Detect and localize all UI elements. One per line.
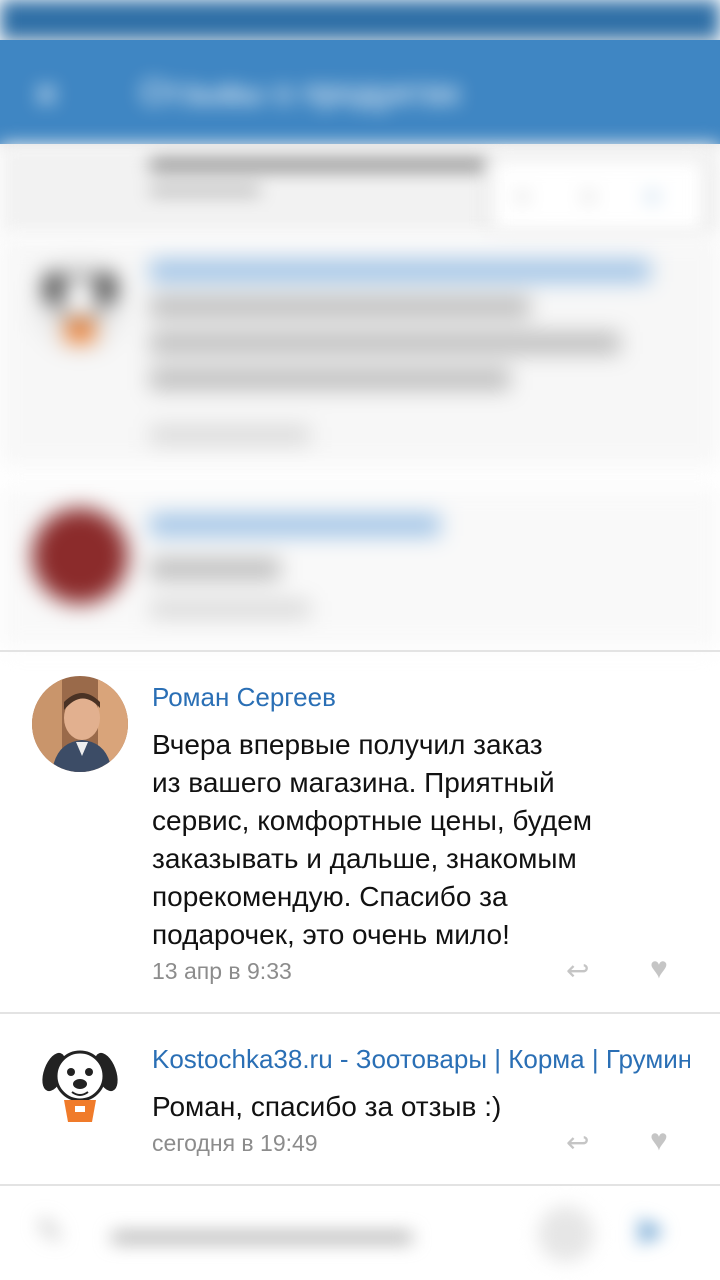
blurred-date: ▬▬▬▬▬ <box>150 174 260 199</box>
attach-icon[interactable]: ✎ <box>36 1212 65 1252</box>
status-bar <box>0 0 720 40</box>
comment-text: Роман, спасибо за отзыв :) <box>152 1091 502 1122</box>
comment-text-line: подарочек, это очень мило! <box>152 919 510 950</box>
emoji-icon[interactable] <box>538 1206 594 1262</box>
comment-item: Роман Сергеев Вчера впервые получил зака… <box>0 652 720 1012</box>
comment-item: Kostochka38.ru - Зоотовары | Корма | Гру… <box>0 1014 720 1184</box>
comment-text-line: из вашего магазина. Приятный <box>152 767 555 798</box>
comment-text-line: порекомендую. Спасибо за <box>152 881 508 912</box>
comment-date: сегодня в 19:49 <box>152 1130 318 1156</box>
comment-text-line: заказывать и дальше, знакомым <box>152 843 577 874</box>
blurred-text: ▬▬▬▬▬▬▬▬▬▬▬▬ <box>150 144 486 175</box>
comment-author[interactable]: Kostochka38.ru - Зоотовары | Корма | Гру… <box>152 1044 690 1075</box>
comment-date: 13 апр в 9:33 <box>152 958 292 984</box>
reaction-icon: ○ <box>580 180 597 211</box>
avatar <box>32 508 128 604</box>
blurred-comment <box>0 238 720 466</box>
reply-icon[interactable]: ↩ <box>566 954 589 987</box>
comment-text: Вчера впервые получил заказ из вашего ма… <box>152 726 692 954</box>
reaction-icon: ○ <box>644 180 661 211</box>
heart-icon[interactable]: ♥ <box>650 1124 668 1158</box>
avatar[interactable] <box>32 1038 128 1134</box>
message-input[interactable]: ▬▬▬▬▬▬▬▬▬▬ <box>112 1216 412 1250</box>
avatar <box>32 258 128 354</box>
reaction-icon: ○ <box>514 180 531 211</box>
send-icon[interactable]: ➤ <box>632 1208 666 1254</box>
blurred-comment <box>0 488 720 648</box>
close-icon[interactable]: ✕ <box>32 76 61 116</box>
reaction-panel: ○ ○ ○ <box>492 160 704 234</box>
message-composer: ✎ ▬▬▬▬▬▬▬▬▬▬ ➤ <box>0 1186 720 1280</box>
page-title: Отзывы о продуктах <box>140 74 462 112</box>
heart-icon[interactable]: ♥ <box>650 952 668 986</box>
comment-author[interactable]: Роман Сергеев <box>152 682 336 713</box>
comment-text-line: Вчера впервые получил заказ <box>152 729 543 760</box>
reply-icon[interactable]: ↩ <box>566 1126 589 1159</box>
app-bar: ✕ Отзывы о продуктах <box>0 40 720 144</box>
avatar[interactable] <box>32 676 128 772</box>
comment-text-line: сервис, комфортные цены, будем <box>152 805 593 836</box>
